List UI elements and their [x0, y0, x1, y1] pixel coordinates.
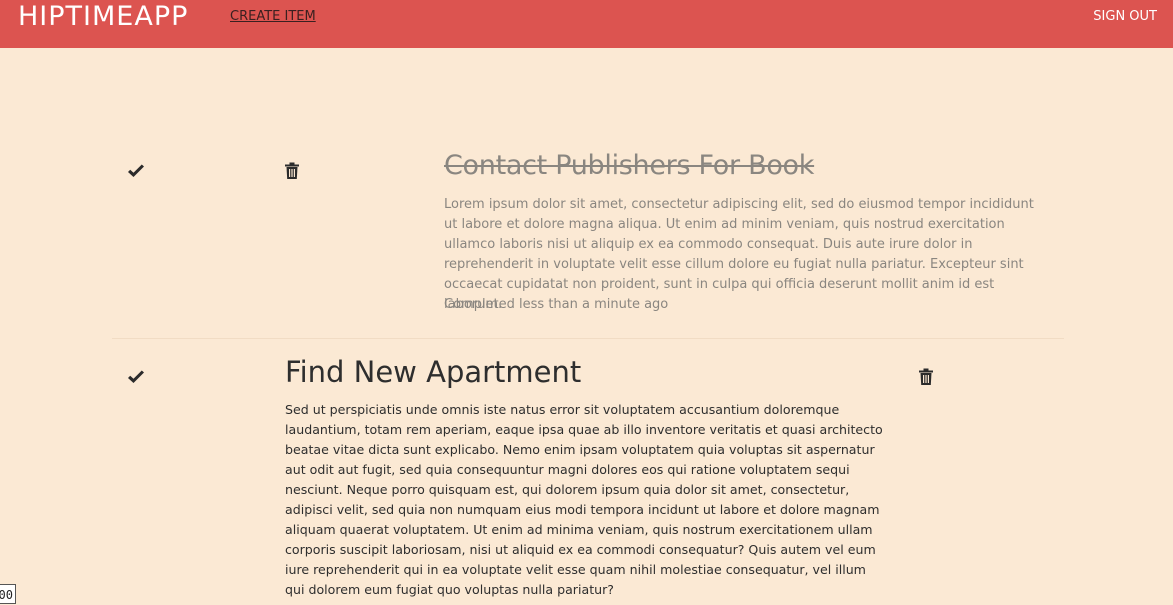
create-item-link[interactable]: CREATE ITEM: [230, 9, 316, 24]
corner-badge: 00: [0, 584, 16, 604]
item-title: Find New Apartment: [285, 355, 582, 389]
item-description: Sed ut perspiciatis unde omnis iste natu…: [285, 402, 883, 597]
sign-out-link[interactable]: SIGN OUT: [1093, 9, 1157, 24]
check-icon[interactable]: [126, 368, 146, 388]
item-title-completed: Contact Publishers For Book: [444, 150, 815, 181]
trash-icon[interactable]: [284, 162, 304, 182]
trash-icon[interactable]: [918, 368, 938, 388]
completed-status: Completed less than a minute ago: [444, 297, 669, 312]
check-icon[interactable]: [126, 162, 146, 182]
brand-logo[interactable]: HIPTIMEAPP: [18, 0, 188, 34]
item-divider: [112, 338, 1064, 339]
navbar: HIPTIMEAPP CREATE ITEM SIGN OUT: [0, 0, 1173, 48]
